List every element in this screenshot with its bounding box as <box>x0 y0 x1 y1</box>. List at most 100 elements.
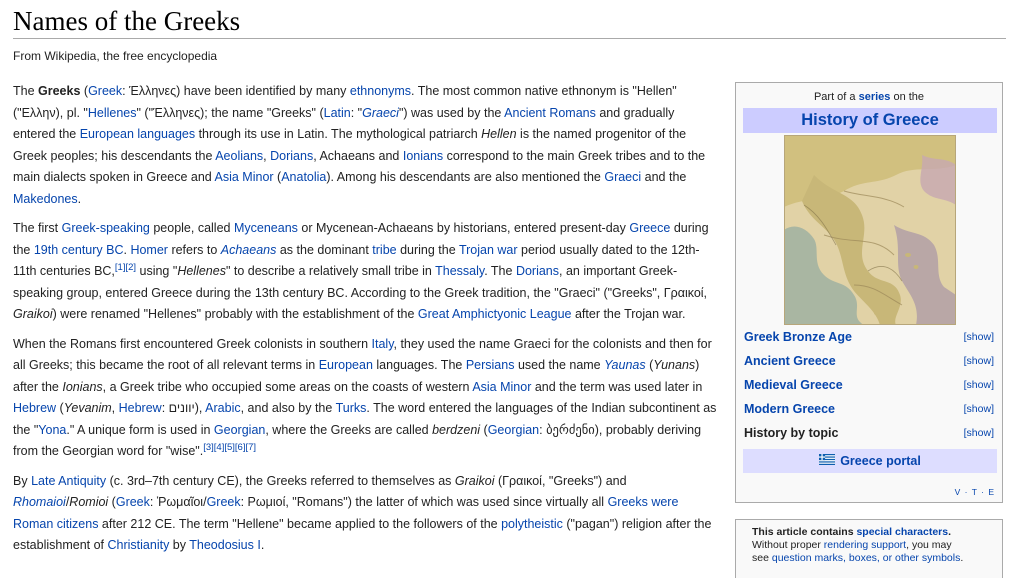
article-text: , and also by the <box>240 401 336 415</box>
greece-map-image[interactable] <box>784 135 956 325</box>
infobox-row-history-by-topic: History by topic [show] <box>744 424 994 442</box>
article-text: : Ρωμιοί, "Romans") the latter of which … <box>240 495 608 509</box>
infobox-series-caption: Part of a series on the <box>813 91 925 103</box>
article-link[interactable]: Dorians <box>270 149 313 163</box>
article-body: The Greeks (Greek: Έλληνες) have been id… <box>13 81 718 565</box>
article-link[interactable]: Christianity <box>108 538 170 552</box>
greece-portal-bar: Greece portal <box>743 449 997 473</box>
article-link[interactable]: Graeci <box>362 106 399 120</box>
article-link[interactable]: Persians <box>466 358 515 372</box>
article-link[interactable]: Thessaly <box>435 264 484 278</box>
article-text: and the <box>641 170 687 184</box>
article-text: ( <box>80 84 89 98</box>
article-link[interactable]: polytheistic <box>501 517 563 531</box>
article-link[interactable]: Greek-speaking <box>62 221 150 235</box>
article-text: Graikoi <box>454 473 495 488</box>
greece-portal-link[interactable]: Greece portal <box>840 454 921 468</box>
article-text: through its use in Latin. The mythologic… <box>195 127 482 141</box>
article-text: after the Trojan war. <box>571 307 686 321</box>
vte-links[interactable]: V · T · E <box>955 487 995 497</box>
article-text: as the dominant <box>276 242 373 257</box>
article-link[interactable]: Rhomaioi <box>13 495 66 509</box>
article-link[interactable]: Arabic <box>205 401 240 415</box>
article-text: using " <box>136 264 178 278</box>
greek-flag-icon <box>819 449 836 473</box>
infobox-row-modern-greece: Modern Greece [show] <box>744 400 994 418</box>
article-text: . The <box>484 264 516 278</box>
article-paragraph: The Greeks (Greek: Έλληνες) have been id… <box>13 81 718 210</box>
article-link[interactable]: Georgian <box>214 423 265 437</box>
article-link[interactable]: Trojan war <box>459 243 518 257</box>
infobox-row-label[interactable]: Greek Bronze Age <box>744 330 852 344</box>
article-link[interactable]: Hebrew <box>119 401 162 415</box>
article-text: languages. The <box>372 358 466 372</box>
article-link[interactable]: Ionians <box>403 149 443 163</box>
article-text: refers to <box>167 242 221 257</box>
article-text: " to describe a relatively small tribe i… <box>225 264 436 278</box>
question-marks-link[interactable]: question marks, boxes, or other symbols <box>772 552 961 564</box>
article-text: Graikoi <box>13 307 53 321</box>
article-link[interactable]: Achaeans <box>221 243 277 257</box>
article-link[interactable]: Greek <box>116 495 150 509</box>
article-link[interactable]: Latin <box>324 106 351 120</box>
article-link[interactable]: Georgian <box>488 423 539 437</box>
special-characters-link[interactable]: special characters <box>856 526 948 538</box>
article-link[interactable]: Asia Minor <box>215 170 274 184</box>
article-text: during the <box>396 242 459 257</box>
show-toggle[interactable]: [show] <box>964 352 994 370</box>
article-link[interactable]: Great Amphictyonic League <box>418 307 572 321</box>
article-link[interactable]: Greece <box>629 221 670 235</box>
article-link[interactable]: 19th century BC <box>34 243 124 257</box>
article-link[interactable]: tribe <box>372 243 396 257</box>
show-toggle[interactable]: [show] <box>964 328 994 346</box>
article-text: The first <box>13 221 62 235</box>
article-link[interactable]: Italy <box>372 337 394 351</box>
infobox-row-label[interactable]: Ancient Greece <box>744 354 836 368</box>
infobox-row-label[interactable]: Modern Greece <box>744 402 835 416</box>
article-link[interactable]: Ancient Romans <box>504 106 596 120</box>
article-link[interactable]: Greek <box>207 495 241 509</box>
article-text: , where the Greeks are called <box>265 422 433 437</box>
article-link[interactable]: Greek <box>88 84 122 98</box>
article-text: ) were renamed "Hellenes" probably with … <box>52 307 418 321</box>
article-link[interactable]: Hebrew <box>13 401 56 415</box>
show-toggle[interactable]: [show] <box>964 400 994 418</box>
article-link[interactable]: Myceneans <box>234 221 298 235</box>
article-link[interactable]: Dorians <box>516 264 559 278</box>
article-link[interactable]: Yona <box>38 423 66 437</box>
citation-link[interactable]: [3][4][5][6][7] <box>203 442 256 453</box>
show-toggle[interactable]: [show] <box>964 424 994 442</box>
article-text: berdzeni <box>432 422 481 437</box>
infobox-title[interactable]: History of Greece <box>743 108 997 133</box>
article-link[interactable]: Turks <box>336 401 367 415</box>
article-link[interactable]: Theodosius I <box>189 538 261 552</box>
article-link[interactable]: Late Antiquity <box>31 474 106 488</box>
article-text: used the name <box>514 358 605 372</box>
article-text: : " <box>350 105 363 120</box>
article-link[interactable]: ethnonyms <box>350 84 411 98</box>
article-link[interactable]: Asia Minor <box>472 380 531 394</box>
rendering-support-link[interactable]: rendering support <box>824 539 906 551</box>
article-paragraph: By Late Antiquity (c. 3rd–7th century CE… <box>13 471 718 557</box>
article-link[interactable]: Aeolians <box>215 149 263 163</box>
citation-link[interactable]: [1][2] <box>115 262 136 273</box>
article-link[interactable]: European <box>319 358 373 372</box>
article-link[interactable]: Anatolia <box>281 170 326 184</box>
article-link[interactable]: Hellenes <box>88 106 137 120</box>
infobox-row-label[interactable]: Medieval Greece <box>744 378 843 392</box>
series-link[interactable]: series <box>859 91 891 103</box>
article-text: Yevanim <box>63 401 112 415</box>
article-text: and the term was used later in <box>531 379 703 394</box>
title-divider <box>13 38 1006 39</box>
infobox-row-ancient-greece: Ancient Greece [show] <box>744 352 994 370</box>
article-text: (c. 3rd–7th century CE), the Greeks refe… <box>106 473 455 488</box>
article-text: by <box>169 538 190 552</box>
article-link[interactable]: Graeci <box>604 170 641 184</box>
article-link[interactable]: Makedones <box>13 192 78 206</box>
article-link[interactable]: Yaunas <box>604 358 645 372</box>
show-toggle[interactable]: [show] <box>964 376 994 394</box>
article-link[interactable]: European languages <box>80 127 195 141</box>
article-text: When the Romans first encountered Greek … <box>13 336 372 351</box>
special-characters-notice: This article contains special characters… <box>735 519 1003 578</box>
article-link[interactable]: Homer <box>130 243 168 257</box>
